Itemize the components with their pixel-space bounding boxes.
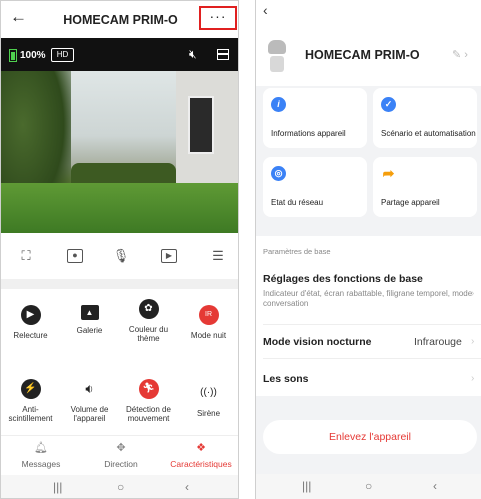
separator <box>1 279 238 289</box>
check-shield-icon: ✓ <box>381 97 396 112</box>
nav-label: Caractéristiques <box>170 459 232 469</box>
feature-label: Sirène <box>196 409 221 418</box>
more-controls-icon[interactable]: ☰ <box>208 247 228 265</box>
screenshot-icon[interactable]: ● <box>67 249 83 263</box>
system-navigation: ||| ○ ‹ <box>256 474 481 499</box>
feature-galerie[interactable]: ▲ Galerie <box>60 305 119 335</box>
feature-anti-scintillement[interactable]: ⚡ Anti-scintillement <box>1 379 60 423</box>
basic-settings-section: Paramètres de base Réglages des fonction… <box>256 236 481 396</box>
pencil-icon[interactable]: ✎ › <box>452 48 468 61</box>
lawn-shape <box>1 183 238 233</box>
card-label: Informations appareil <box>271 129 346 138</box>
sounds-label[interactable]: Les sons <box>263 373 309 385</box>
top-bar: ← HOMECAM PRIM-O ··· <box>1 1 238 38</box>
card-partage-appareil[interactable]: ➦ Partage appareil <box>373 157 477 217</box>
feature-volume[interactable]: 🔉︎ Volume de l'appareil <box>60 379 119 423</box>
card-informations-appareil[interactable]: i Informations appareil <box>263 88 367 148</box>
features-icon: ❖ <box>196 442 206 454</box>
direction-pad-icon: ✥ <box>116 442 126 454</box>
settings-header: ‹ HOMECAM PRIM-O ✎ › <box>256 0 481 86</box>
feature-detection-mouvement[interactable]: 🏃︎ Détection de mouvement <box>119 379 178 423</box>
play-icon: ▶ <box>20 305 41 325</box>
screenshot-root: ← HOMECAM PRIM-O ··· 100% HD 🔇︎ ⛶ ● 🎙︎ ▶… <box>0 0 481 499</box>
feature-label: Volume de l'appareil <box>70 405 109 423</box>
feature-relecture[interactable]: ▶ Relecture <box>1 305 60 340</box>
card-label: Partage appareil <box>381 198 440 207</box>
battery-percent: 100% <box>20 50 46 61</box>
camera-device-icon <box>268 40 286 72</box>
divider <box>263 324 481 325</box>
card-label: Etat du réseau <box>271 198 324 207</box>
chevron-right-icon: › <box>471 336 475 347</box>
card-etat-reseau[interactable]: ◎ Etat du réseau <box>263 157 367 217</box>
feature-label: Détection de mouvement <box>126 405 171 423</box>
night-mode-ir-icon: IR <box>198 305 219 325</box>
microphone-icon[interactable]: 🎙︎ <box>111 247 131 265</box>
basic-settings-title: Réglages des fonctions de base <box>263 273 423 285</box>
camera-status-bar: 100% HD 🔇︎ <box>1 38 238 71</box>
divider <box>263 358 481 359</box>
system-back-button[interactable]: ‹ <box>185 480 189 494</box>
basic-settings-subtitle: Indicateur d'état, écran rabattable, fil… <box>263 289 473 308</box>
window-shape <box>188 96 214 154</box>
layout-icon[interactable] <box>217 49 229 60</box>
night-vision-value: Infrarouge <box>414 336 462 348</box>
chevron-left-icon[interactable]: ‹ <box>263 2 268 18</box>
camera-live-screen: ← HOMECAM PRIM-O ··· 100% HD 🔇︎ ⛶ ● 🎙︎ ▶… <box>0 0 239 499</box>
section-label: Paramètres de base <box>263 247 331 256</box>
recent-apps-button[interactable]: ||| <box>53 480 62 494</box>
video-controls: ⛶ ● 🎙︎ ▶ ☰ <box>1 233 238 279</box>
more-options-button[interactable]: ··· <box>199 6 237 30</box>
basic-settings-row[interactable]: Réglages des fonctions de base Indicateu… <box>263 273 477 309</box>
battery-icon <box>9 49 17 62</box>
feature-label: Anti-scintillement <box>8 405 53 423</box>
feature-label: Couleur du thème <box>128 325 169 343</box>
system-back-button[interactable]: ‹ <box>433 479 437 493</box>
record-icon[interactable]: ▶ <box>161 249 177 263</box>
bottom-navigation: 🔔︎ Messages ✥ Direction ❖ Caractéristiqu… <box>1 435 238 475</box>
volume-icon: 🔉︎ <box>85 381 94 396</box>
gallery-icon: ▲ <box>80 305 99 320</box>
nav-label: Messages <box>21 459 61 469</box>
system-navigation: ||| ○ ‹ <box>1 475 238 498</box>
fullscreen-icon[interactable]: ⛶ <box>16 247 36 265</box>
home-button[interactable]: ○ <box>117 480 124 494</box>
card-label: Scénario et automatisation <box>381 129 476 138</box>
network-icon: ◎ <box>271 166 286 181</box>
card-scenario-automatisation[interactable]: ✓ Scénario et automatisation <box>373 88 477 148</box>
share-arrow-icon: ➦ <box>382 165 395 181</box>
anti-flicker-icon: ⚡ <box>20 379 41 399</box>
siren-icon: ((·)) <box>200 387 217 398</box>
nav-direction[interactable]: ✥ Direction <box>81 441 161 469</box>
feature-label: Mode nuit <box>190 331 227 340</box>
nav-caracteristiques[interactable]: ❖ Caractéristiques <box>161 441 238 469</box>
info-icon: i <box>271 97 286 112</box>
motion-detection-icon: 🏃︎ <box>138 379 159 399</box>
bell-icon: 🔔︎ <box>34 442 48 454</box>
chevron-right-icon: › <box>471 373 475 384</box>
feature-mode-nuit[interactable]: IR Mode nuit <box>179 305 238 340</box>
live-video-feed[interactable] <box>1 71 238 233</box>
device-title: HOMECAM PRIM-O <box>305 48 420 62</box>
feature-couleur-du-theme[interactable]: ✿ Couleur du thème <box>119 299 178 343</box>
quality-toggle[interactable]: HD <box>51 48 74 62</box>
nav-label: Direction <box>104 459 138 469</box>
home-button[interactable]: ○ <box>365 479 372 493</box>
night-vision-label[interactable]: Mode vision nocturne <box>263 336 372 348</box>
features-grid: ▶ Relecture ▲ Galerie ✿ Couleur du thème… <box>1 289 238 435</box>
chevron-right-icon: › <box>471 288 475 299</box>
feature-label: Relecture <box>13 331 48 340</box>
remove-device-button[interactable]: Enlevez l'appareil <box>263 420 477 454</box>
palette-icon: ✿ <box>138 299 159 319</box>
feature-label: Galerie <box>76 326 103 335</box>
nav-messages[interactable]: 🔔︎ Messages <box>1 441 81 469</box>
device-settings-screen: ‹ HOMECAM PRIM-O ✎ › i Informations appa… <box>255 0 481 499</box>
feature-sirene[interactable]: ((·)) Sirène <box>179 383 238 418</box>
recent-apps-button[interactable]: ||| <box>302 479 311 493</box>
mute-icon[interactable]: 🔇︎ <box>189 47 197 62</box>
